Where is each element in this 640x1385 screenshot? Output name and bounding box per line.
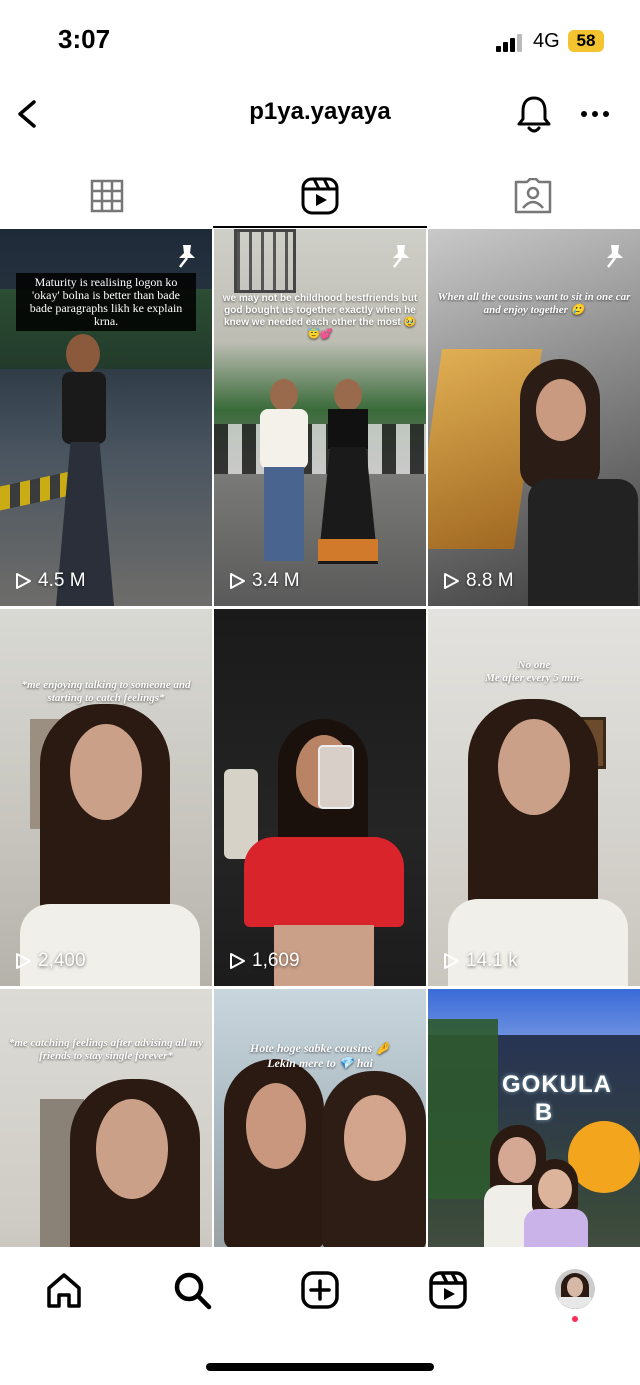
status-bar: 3:07 4G 58 [0,0,640,80]
reel-caption: *me enjoying talking to someone and star… [21,679,191,704]
reels-grid: Maturity is realising logon ko 'okay' bo… [0,229,640,1247]
view-count-text: 4.5 M [38,570,86,591]
notifications-bell-icon[interactable] [513,92,555,136]
reel-tile[interactable]: GOKULA B [428,989,640,1247]
view-count-text: 2,400 [38,950,86,971]
nav-search[interactable] [169,1267,215,1313]
reels-icon [301,177,338,215]
view-count: 1,609 [228,950,300,972]
nav-home[interactable] [41,1267,87,1313]
view-count: 2,400 [14,950,86,972]
nav-create[interactable] [297,1267,343,1313]
signal-icon [496,34,522,52]
profile-tabs [0,164,640,228]
view-count-text: 1,609 [252,950,300,971]
reel-tile[interactable]: Maturity is realising logon ko 'okay' bo… [0,229,212,606]
reel-tile[interactable]: *me enjoying talking to someone and star… [0,609,212,986]
reel-caption: *me catching feelings after advising all… [8,1037,204,1062]
play-icon [230,573,245,589]
pin-icon [393,245,409,268]
reel-tile[interactable]: When all the cousins want to sit in one … [428,229,640,606]
notification-dot [572,1316,578,1322]
reel-caption: When all the cousins want to sit in one … [437,291,631,316]
more-options-icon[interactable] [578,92,612,136]
reels-icon [429,1271,467,1309]
profile-avatar[interactable] [555,1269,595,1309]
grid-icon [90,179,123,213]
reel-caption: Maturity is realising logon ko 'okay' bo… [16,273,196,331]
reel-caption: No one Me after every 5 min- [485,659,583,684]
reel-tile[interactable]: we may not be childhood bestfriends but … [214,229,426,606]
building-sign: GOKULA B [502,1071,612,1126]
pin-icon [179,245,195,268]
view-count: 8.8 M [442,570,514,592]
play-icon [444,953,459,969]
view-count-text: 8.8 M [466,570,514,591]
view-count-text: 14.1 k [466,950,518,971]
reel-caption: we may not be childhood bestfriends but … [222,293,418,340]
tagged-icon [514,178,551,214]
status-time: 3:07 [58,24,111,54]
reel-caption: Hote hoge sabke cousins 🤌 Lekin mere to … [249,1041,391,1070]
tab-posts[interactable] [0,164,213,228]
nav-reels[interactable] [425,1267,471,1313]
play-icon [444,573,459,589]
active-tab-indicator [213,226,427,228]
view-count: 4.5 M [14,570,86,592]
home-indicator [206,1363,434,1371]
reel-tile[interactable]: No one Me after every 5 min- 14.1 k [428,609,640,986]
create-icon [301,1271,339,1309]
tab-tagged[interactable] [426,164,639,228]
pin-icon [607,245,623,268]
network-type: 4G [533,30,560,52]
reel-tile[interactable]: Hote hoge sabke cousins 🤌 Lekin mere to … [214,989,426,1247]
view-count: 3.4 M [228,570,300,592]
reel-tile[interactable]: 1,609 [214,609,426,986]
battery-indicator: 58 [568,30,604,52]
play-icon [16,953,31,969]
reel-tile[interactable]: *me catching feelings after advising all… [0,989,212,1247]
play-icon [230,953,245,969]
view-count: 14.1 k [442,950,518,972]
home-icon [47,1273,81,1308]
bottom-nav [0,1247,640,1385]
view-count-text: 3.4 M [252,570,300,591]
search-icon [174,1272,212,1310]
tab-reels[interactable] [213,164,426,228]
play-icon [16,573,31,589]
profile-header: p1ya.yayaya [0,84,640,144]
